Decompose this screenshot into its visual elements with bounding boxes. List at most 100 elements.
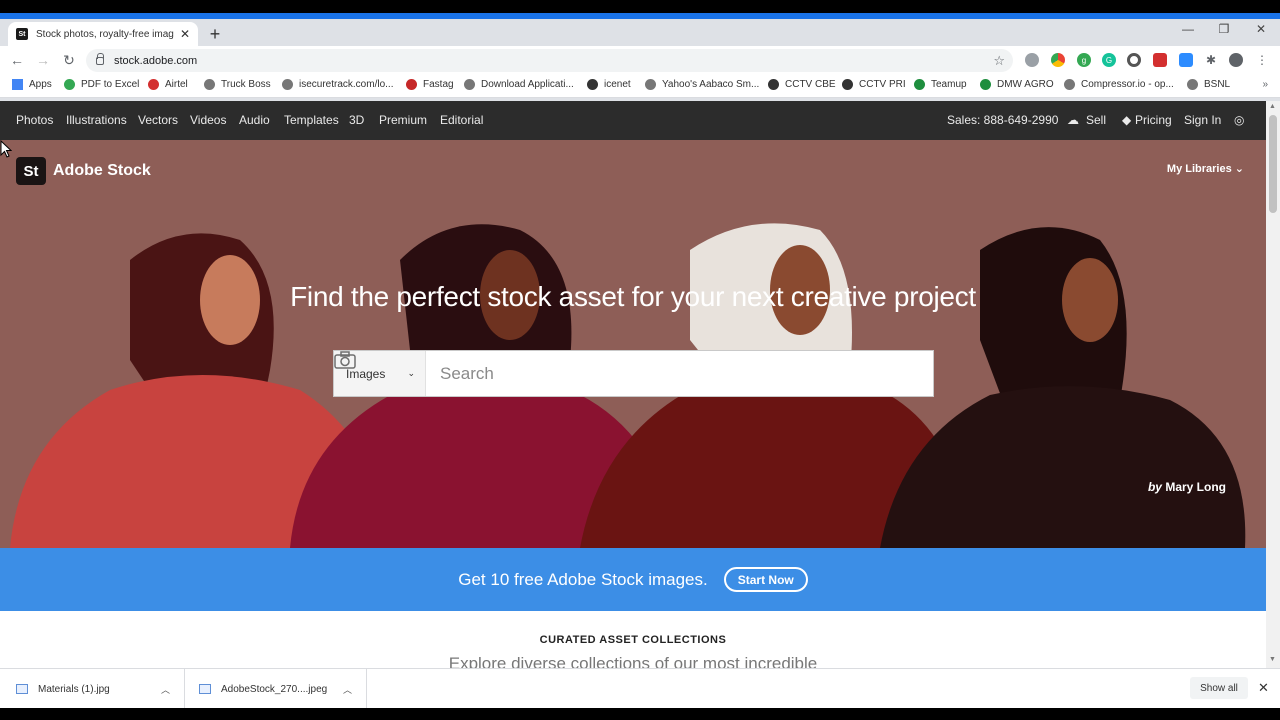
window-close-icon[interactable]: ✕ — [1251, 22, 1271, 36]
profile-avatar-icon[interactable] — [1229, 53, 1243, 67]
bookmark-item[interactable]: BSNL — [1187, 79, 1230, 90]
chevron-up-icon[interactable]: ︿ — [343, 683, 352, 696]
sell-link[interactable]: Sell — [1086, 113, 1106, 127]
bookmark-star-icon[interactable]: ☆ — [993, 53, 1005, 69]
page-scrollbar[interactable]: ▲ ▼ — [1266, 101, 1280, 668]
chevron-up-icon[interactable]: ︿ — [161, 683, 170, 696]
restore-icon[interactable]: ❐ — [1214, 22, 1234, 36]
minimize-icon[interactable]: — — [1178, 22, 1198, 36]
my-libraries-label: My Libraries — [1166, 163, 1232, 175]
bookmark-label: Yahoo's Aabaco Sm... — [662, 79, 760, 90]
tab-bar: St Stock photos, royalty-free image ✕ + … — [0, 19, 1280, 46]
image-file-icon — [16, 684, 28, 694]
bookmark-label: Apps — [29, 79, 52, 90]
zoom-extension-icon[interactable] — [1179, 53, 1193, 67]
close-shelf-icon[interactable]: ✕ — [1258, 680, 1269, 696]
bookmark-item[interactable]: Fastag — [406, 79, 454, 90]
lock-icon — [96, 52, 104, 65]
credit-by: by — [1147, 480, 1162, 494]
shield-extension-icon[interactable] — [1153, 53, 1167, 67]
bookmark-item[interactable]: Apps — [12, 79, 52, 90]
bookmark-item[interactable]: DMW AGRO — [980, 79, 1054, 90]
chevron-down-icon: ⌄ — [1234, 163, 1244, 175]
download-item[interactable]: AdobeStock_270....jpeg ︿ — [183, 669, 367, 709]
nav-audio[interactable]: Audio — [239, 113, 270, 127]
bookmark-item[interactable]: CCTV CBE — [768, 79, 836, 90]
upload-cloud-icon[interactable]: ☁ — [1067, 113, 1079, 127]
show-all-button[interactable]: Show all — [1190, 677, 1248, 699]
browser-tab[interactable]: St Stock photos, royalty-free image ✕ — [8, 22, 198, 46]
nav-editorial[interactable]: Editorial — [440, 113, 483, 127]
bookmark-favicon-icon — [204, 79, 215, 90]
nav-illustrations[interactable]: Illustrations — [66, 113, 127, 127]
creative-cloud-icon[interactable]: ◎ — [1234, 113, 1244, 127]
bookmark-label: BSNL — [1204, 79, 1231, 90]
promo-banner: Get 10 free Adobe Stock images. Start No… — [0, 548, 1266, 611]
nav-vectors[interactable]: Vectors — [138, 113, 178, 127]
web-page: Photos Illustrations Vectors Videos Audi… — [0, 101, 1266, 668]
tab-title: Stock photos, royalty-free image — [36, 28, 174, 40]
nav-photos[interactable]: Photos — [16, 113, 53, 127]
bookmark-item[interactable]: Teamup — [914, 79, 967, 90]
bookmark-favicon-icon — [768, 79, 779, 90]
bookmark-item[interactable]: Airtel — [148, 79, 188, 90]
start-now-button[interactable]: Start Now — [723, 567, 808, 592]
download-shelf: Materials (1).jpg ︿ AdobeStock_270....jp… — [0, 668, 1280, 709]
tab-close-icon[interactable]: ✕ — [180, 27, 190, 41]
nav-3d[interactable]: 3D — [349, 113, 364, 127]
reload-icon[interactable]: ↻ — [60, 51, 78, 69]
sales-phone[interactable]: Sales: 888-649-2990 — [947, 113, 1058, 127]
bookmark-label: DMW AGRO — [997, 79, 1054, 90]
search-bar: Images ⌄ — [333, 350, 934, 397]
bookmark-item[interactable]: Yahoo's Aabaco Sm... — [645, 79, 759, 90]
sign-in-link[interactable]: Sign In — [1184, 113, 1221, 127]
forward-icon[interactable]: → — [34, 51, 52, 69]
visual-search-camera-icon[interactable] — [334, 351, 356, 369]
search-input[interactable] — [426, 351, 933, 396]
hero-headline: Find the perfect stock asset for your ne… — [290, 281, 976, 312]
bookmark-item[interactable]: icenet — [587, 79, 631, 90]
bookmark-favicon-icon — [587, 79, 598, 90]
bookmark-label: Download Applicati... — [481, 79, 574, 90]
pricing-link[interactable]: Pricing — [1135, 113, 1172, 127]
my-libraries-dropdown[interactable]: My Libraries ⌄ — [1167, 162, 1244, 175]
puzzle-extensions-icon[interactable]: ✱ — [1204, 53, 1218, 67]
download-item[interactable]: Materials (1).jpg ︿ — [0, 669, 185, 709]
bookmarks-bar: Apps PDF to Excel Airtel Truck Boss isecuret… — [0, 75, 1280, 98]
circle-extension-icon[interactable] — [1127, 53, 1141, 67]
scroll-down-arrow-icon[interactable]: ▼ — [1269, 656, 1276, 663]
grammarly-g-icon[interactable]: g — [1077, 53, 1091, 67]
bookmark-item[interactable]: Truck Boss — [204, 79, 271, 90]
apps-grid-icon — [12, 79, 23, 90]
bookmark-item[interactable]: CCTV PRI — [842, 79, 906, 90]
menu-kebab-icon[interactable]: ⋮ — [1255, 53, 1269, 67]
chevron-down-icon: ⌄ — [407, 368, 415, 378]
chrome-extension-icon[interactable] — [1051, 53, 1065, 67]
browser-toolbar: ← → ↻ stock.adobe.com ☆ g G ✱ ⋮ — [0, 46, 1280, 75]
bookmarks-overflow-icon[interactable]: » — [1262, 79, 1268, 90]
grammarly-icon[interactable]: G — [1102, 53, 1116, 67]
nav-premium[interactable]: Premium — [379, 113, 427, 127]
credit-author[interactable]: Mary Long — [1165, 480, 1226, 494]
nav-videos[interactable]: Videos — [190, 113, 226, 127]
bookmark-favicon-icon — [980, 79, 991, 90]
bookmark-item[interactable]: Download Applicati... — [464, 79, 574, 90]
bookmark-label: Compressor.io - op... — [1081, 79, 1174, 90]
bookmark-item[interactable]: PDF to Excel — [64, 79, 139, 90]
camera-extension-icon[interactable] — [1025, 53, 1039, 67]
scroll-up-arrow-icon[interactable]: ▲ — [1269, 103, 1276, 110]
curated-collections-subtitle: Explore diverse collections of our most … — [448, 654, 818, 668]
brand-logo[interactable]: St Adobe Stock — [16, 157, 151, 185]
bookmark-label: icenet — [604, 79, 631, 90]
image-file-icon — [199, 684, 211, 694]
bookmark-favicon-icon — [64, 79, 75, 90]
back-icon[interactable]: ← — [8, 51, 26, 69]
bookmark-item[interactable]: isecuretrack.com/lo... — [282, 79, 393, 90]
nav-templates[interactable]: Templates — [284, 113, 339, 127]
new-tab-icon[interactable]: + — [205, 24, 225, 44]
bookmark-item[interactable]: Compressor.io - op... — [1064, 79, 1174, 90]
illustration-credit: by Mary Long — [1148, 480, 1226, 494]
scroll-thumb[interactable] — [1269, 115, 1277, 213]
address-bar[interactable]: stock.adobe.com ☆ — [86, 49, 1013, 72]
screen: St Stock photos, royalty-free image ✕ + … — [0, 0, 1280, 720]
